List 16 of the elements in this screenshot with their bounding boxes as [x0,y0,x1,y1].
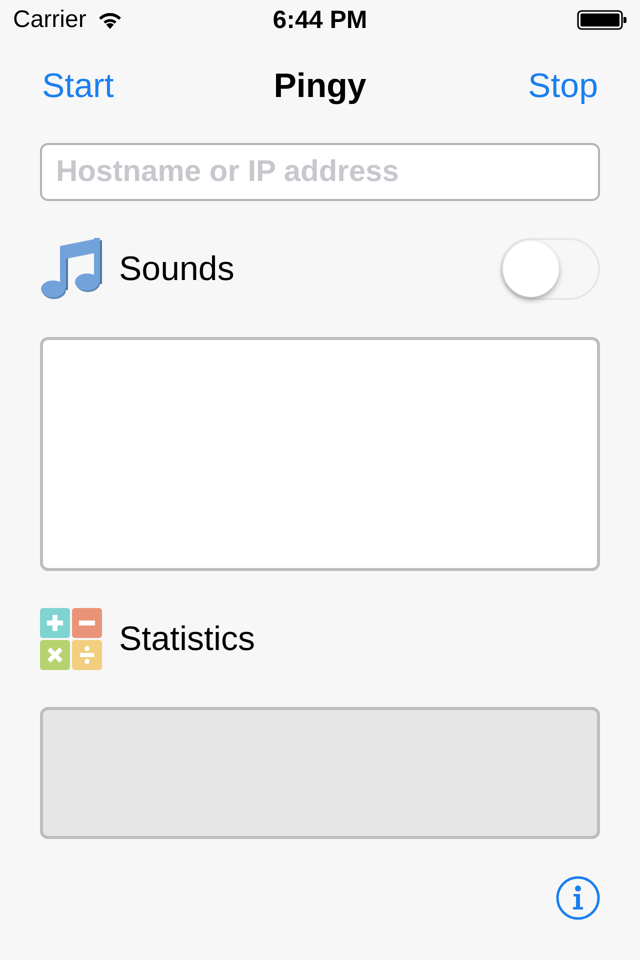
battery-icon [577,10,627,30]
ping-output-area[interactable] [40,337,600,571]
carrier-label: Carrier [13,8,86,32]
statistics-label: Statistics [119,622,256,656]
stop-button[interactable]: Stop [528,69,598,103]
music-note-icon [40,238,102,300]
status-time: 6:44 PM [272,8,368,32]
hostname-input[interactable]: Hostname or IP address [40,143,600,201]
wifi-icon [98,11,122,29]
calculator-icon [40,608,102,670]
sounds-toggle[interactable] [500,238,600,300]
info-button[interactable] [556,876,600,920]
nav-title: Pingy [274,69,366,103]
sounds-label: Sounds [119,252,234,286]
start-button[interactable]: Start [42,69,114,103]
info-icon [556,876,600,920]
